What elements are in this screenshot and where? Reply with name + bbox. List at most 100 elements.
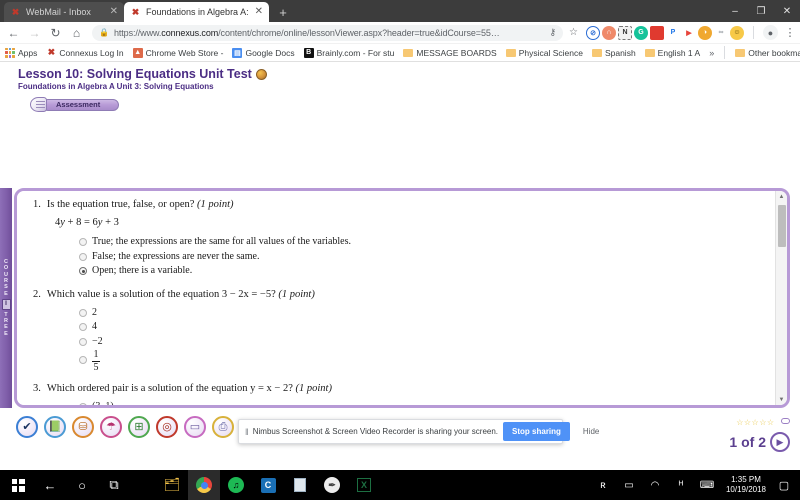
radio-button[interactable] xyxy=(79,238,87,246)
content-scrollbar[interactable]: ▲ ▼ xyxy=(775,191,787,405)
share-message: Nimbus Screenshot & Screen Video Recorde… xyxy=(252,427,499,436)
clock[interactable]: 1:35 PM 10/19/2018 xyxy=(720,475,772,496)
paint-icon[interactable]: ✒ xyxy=(316,470,348,500)
course-tree-collapse-handle[interactable]: ‖ xyxy=(1,298,11,310)
answer-choice[interactable]: −2 xyxy=(79,335,759,349)
stop-sharing-button[interactable]: Stop sharing xyxy=(503,422,570,441)
bookmark-physical-science[interactable]: Physical Science xyxy=(505,48,583,58)
bookmark-other-bookmarks[interactable]: Other bookmarks xyxy=(735,48,800,58)
radio-button[interactable] xyxy=(79,402,87,405)
forward-icon[interactable]: → xyxy=(25,23,44,42)
fraction-denominator: 5 xyxy=(93,361,99,373)
course-tree-label-bottom: TREE xyxy=(4,311,8,337)
radio-button[interactable] xyxy=(79,355,87,364)
target-icon[interactable]: ◎ xyxy=(156,416,178,438)
browser-tab-foundations-algebra[interactable]: ✖ Foundations in Algebra A: Solving ✕ xyxy=(124,2,269,22)
radio-button[interactable] xyxy=(79,323,87,332)
printer-icon[interactable]: ⎙ xyxy=(212,416,234,438)
radio-button[interactable] xyxy=(79,308,87,317)
bookmark-star-icon[interactable]: ☆ xyxy=(569,27,578,38)
radio-button[interactable] xyxy=(79,252,87,261)
pinterest-icon[interactable]: P xyxy=(666,25,680,40)
play-icon[interactable]: ▶ xyxy=(682,25,696,40)
task-view-icon[interactable]: ⧉ xyxy=(98,470,130,500)
address-bar[interactable]: 🔒 https://www.connexus.com/content/chrom… xyxy=(92,24,564,41)
block-icon[interactable]: ⊘ xyxy=(586,25,600,40)
url-domain: connexus.com xyxy=(161,27,219,38)
notebook-icon[interactable]: 📗 xyxy=(44,416,66,438)
people-icon[interactable]: ʀ xyxy=(590,470,616,500)
answer-choice[interactable]: False; the expressions are never the sam… xyxy=(79,250,759,264)
scrollbar-thumb[interactable] xyxy=(778,205,786,247)
toolbox-icon[interactable]: ⛁ xyxy=(72,416,94,438)
laptop-icon[interactable]: ▭ xyxy=(184,416,206,438)
reload-icon[interactable]: ↻ xyxy=(46,23,65,42)
answer-choice[interactable]: 4 xyxy=(79,320,759,334)
comment-icon[interactable] xyxy=(781,418,790,424)
close-window-button[interactable]: ✕ xyxy=(774,0,800,22)
hide-button[interactable]: Hide xyxy=(575,427,607,436)
start-icon[interactable] xyxy=(2,470,34,500)
close-icon[interactable]: ✕ xyxy=(110,7,118,17)
bookmark-english-1a[interactable]: English 1 A xyxy=(644,48,700,58)
bookmark-google-docs[interactable]: ▤ Google Docs xyxy=(232,47,295,58)
key-icon[interactable]: ⚷ xyxy=(549,27,556,38)
action-center-icon[interactable]: ▢ xyxy=(772,470,796,500)
cortana-icon[interactable]: ○ xyxy=(66,470,98,500)
pushpin-icon[interactable]: ☂ xyxy=(100,416,122,438)
answer-choice[interactable]: 2 xyxy=(79,306,759,320)
wifi-icon[interactable]: ◠ xyxy=(642,470,668,500)
answer-choice-fraction[interactable]: 1 5 xyxy=(79,349,759,373)
browser-tab-webmail[interactable]: ✖ WebMail - Inbox ✕ xyxy=(4,2,124,22)
answer-choice[interactable]: (3, 1) xyxy=(79,400,759,405)
profile-avatar[interactable]: ● xyxy=(763,25,778,40)
emoji-icon[interactable]: ☺ xyxy=(730,25,744,40)
chrome-menu-icon[interactable]: ⋮ xyxy=(784,26,796,39)
maximize-button[interactable]: ❐ xyxy=(748,0,774,22)
next-page-button[interactable]: ▶ xyxy=(770,432,790,452)
link-icon[interactable]: ∞ xyxy=(714,25,728,40)
volume-icon[interactable]: ᴴ xyxy=(668,470,694,500)
bookmark-apps[interactable]: Apps xyxy=(5,47,37,58)
bookmarks-overflow-icon[interactable]: » xyxy=(709,48,714,58)
scroll-down-icon[interactable]: ▼ xyxy=(776,394,787,405)
bookmark-connexus-login[interactable]: ✖ Connexus Log In xyxy=(46,47,124,58)
bookmark-brainly[interactable]: B Brainly.com - For stu xyxy=(303,47,394,58)
back-icon[interactable]: ← xyxy=(4,23,23,42)
pause-icon[interactable]: ‖ xyxy=(245,427,249,437)
new-tab-button[interactable]: + xyxy=(273,2,293,22)
keyboard-icon[interactable]: ⌨ xyxy=(694,470,720,500)
radio-button[interactable] xyxy=(79,267,87,276)
choice-label: False; the expressions are never the sam… xyxy=(92,250,260,262)
answer-choices: 2 4 −2 1 5 xyxy=(79,306,759,373)
battery-icon[interactable]: ▭ xyxy=(616,470,642,500)
back-icon[interactable]: ← xyxy=(34,470,66,500)
bookmark-spanish[interactable]: Spanish xyxy=(591,48,636,58)
close-icon[interactable]: ✕ xyxy=(255,7,263,17)
bookmark-chrome-web-store[interactable]: ▲ Chrome Web Store - xyxy=(132,47,223,58)
grammarly-icon[interactable]: G xyxy=(634,25,648,40)
red-square-icon[interactable] xyxy=(650,25,664,40)
star-rating[interactable]: ☆☆☆☆☆ xyxy=(736,418,774,427)
connexus-icon[interactable]: C xyxy=(252,470,284,500)
checkmark-icon[interactable]: ✔ xyxy=(16,416,38,438)
course-tree-rail[interactable]: COURSE ‖ TREE xyxy=(0,188,12,408)
glyph xyxy=(294,478,306,492)
nimbus-icon[interactable]: N xyxy=(618,25,632,40)
file-explorer-icon[interactable]: 🗂 xyxy=(156,470,188,500)
answer-choice[interactable]: True; the expressions are the same for a… xyxy=(79,235,759,249)
minimize-button[interactable]: – xyxy=(722,0,748,22)
calculator-icon[interactable]: ⊞ xyxy=(128,416,150,438)
chrome-icon[interactable] xyxy=(188,470,220,500)
scroll-up-icon[interactable]: ▲ xyxy=(776,191,787,202)
home-icon[interactable]: ⌂ xyxy=(67,23,86,42)
excel-icon[interactable]: X xyxy=(348,470,380,500)
radio-button[interactable] xyxy=(79,337,87,346)
spotify-icon[interactable]: ♫ xyxy=(220,470,252,500)
document-icon[interactable] xyxy=(284,470,316,500)
answer-choice-selected[interactable]: Open; there is a variable. xyxy=(79,264,759,278)
bookmark-message-boards[interactable]: MESSAGE BOARDS xyxy=(403,48,497,58)
honey-icon[interactable]: ◑ xyxy=(698,25,712,40)
notebook-icon xyxy=(30,97,47,112)
headphones-icon[interactable]: ∩ xyxy=(602,25,616,40)
